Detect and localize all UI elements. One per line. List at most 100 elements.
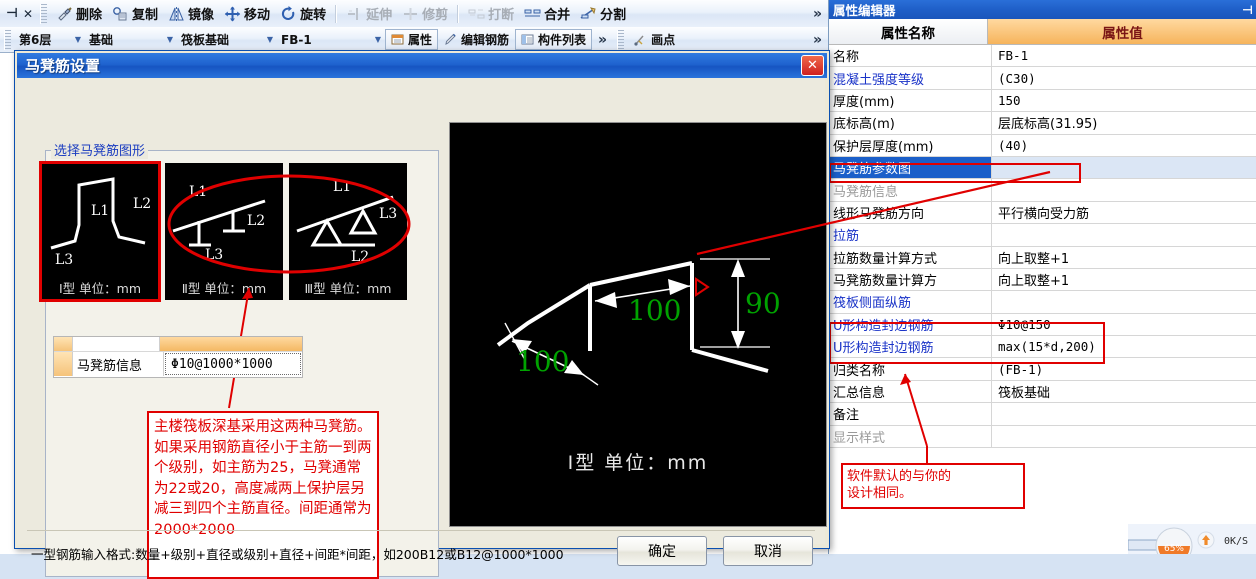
button-component-list-label: 构件列表	[538, 33, 587, 47]
toolbar-label: 移动	[244, 8, 271, 23]
toolbar-label: 复制	[132, 8, 159, 23]
toolbar-button-merge[interactable]: 合并	[519, 2, 575, 25]
property-row[interactable]: 筏板侧面纵筋	[829, 291, 1256, 314]
annotation-note-text: 主楼筏板深基采用这两种马凳筋。如果采用钢筋直径小于主筋一到两个级别，如主筋为25…	[154, 419, 372, 538]
property-editor-titlebar: 属性编辑器 ⊣	[829, 0, 1256, 19]
property-row-name: 拉筋数量计算方式	[829, 246, 992, 268]
svg-text:100: 100	[628, 294, 681, 327]
property-row[interactable]: 线形马凳筋方向 平行横向受力筋	[829, 201, 1256, 225]
property-row-name: 线形马凳筋方向	[829, 201, 992, 224]
row-selector[interactable]	[54, 352, 73, 376]
property-row-value[interactable]: FB-1	[992, 45, 1256, 66]
property-row-value[interactable]	[992, 224, 1256, 245]
toolbar-button-delete[interactable]: 删除	[51, 2, 107, 25]
download-widget[interactable]: 65% 0K/S	[1128, 524, 1256, 554]
toolbar-label: 延伸	[366, 8, 393, 23]
shape-thumbnail-III[interactable]: L1 L3 L2 Ⅲ型 单位：mm	[289, 163, 407, 300]
toolbar2-overflow-button-2[interactable]: »	[807, 32, 828, 48]
chevron-down-icon: ▼	[74, 35, 81, 44]
toolbar-button-move[interactable]: 移动	[219, 2, 275, 25]
svg-text:L1: L1	[333, 179, 351, 195]
toolbar-button-mirror[interactable]: 镜像	[163, 2, 219, 25]
property-row-value[interactable]: 向上取整+1	[992, 269, 1256, 290]
property-row[interactable]: 马凳筋数量计算方 向上取整+1	[829, 268, 1256, 292]
combo-component-type[interactable]: 筏板基础 ▼	[177, 31, 275, 48]
property-row-value[interactable]	[992, 291, 1256, 312]
extend-icon	[346, 6, 363, 22]
button-properties[interactable]: 属性	[385, 29, 439, 50]
combo-component[interactable]: FB-1 ▼	[277, 31, 383, 48]
stirrup-info-input[interactable]: Φ10@1000*1000	[165, 353, 301, 375]
toolbar-button-rotate[interactable]: 旋转	[275, 2, 331, 25]
property-row-name: 厚度(mm)	[829, 89, 992, 112]
download-percent-text: 65%	[1164, 544, 1184, 554]
ok-button[interactable]: 确定	[617, 536, 707, 566]
combo-component-value: FB-1	[281, 32, 312, 47]
property-row-value[interactable]: 筏板基础	[992, 381, 1256, 402]
property-row[interactable]: 混凝土强度等级 (C30)	[829, 67, 1256, 90]
column-header-name: 属性名称	[829, 19, 988, 44]
property-row-value[interactable]: 平行横向受力筋	[992, 202, 1256, 223]
combo-component-type-value: 筏板基础	[181, 33, 230, 47]
info-grid-label: 马凳筋信息	[73, 352, 164, 376]
toolbar-button-split[interactable]: 分割	[575, 2, 631, 25]
property-row-value[interactable]: 向上取整+1	[992, 247, 1256, 268]
cancel-button[interactable]: 取消	[723, 536, 813, 566]
button-draw-point-label: 画点	[651, 33, 676, 47]
property-row-value[interactable]: (40)	[992, 135, 1256, 156]
toolbar-grip[interactable]	[40, 3, 47, 24]
toolbar-overflow-button[interactable]: »	[807, 6, 828, 22]
toolbar-button-trim[interactable]: 修剪	[397, 2, 453, 25]
property-row-value[interactable]	[992, 403, 1256, 424]
combo-floor[interactable]: 第6层 ▼	[15, 31, 83, 48]
download-speed-text: 0K/S	[1224, 536, 1248, 547]
download-widget-graphic: 65% 0K/S	[1128, 524, 1256, 554]
info-grid-corner	[54, 337, 73, 351]
toolbar-grip-3[interactable]	[617, 29, 625, 50]
property-editor-title: 属性编辑器	[833, 3, 896, 18]
toolbar-button-extend[interactable]: 延伸	[341, 2, 397, 25]
pin-icon[interactable]: ⊣	[4, 5, 20, 23]
property-row-value[interactable]: 150	[992, 90, 1256, 111]
chevron-down-icon: ▼	[266, 35, 273, 44]
property-row[interactable]: 名称 FB-1	[829, 45, 1256, 68]
property-row-value[interactable]: (C30)	[992, 67, 1256, 88]
shape-thumbnail-I[interactable]: L3 L1 L2 Ⅰ型 单位：mm	[39, 161, 161, 302]
combo-floor-value: 第6层	[19, 33, 52, 47]
property-row[interactable]: 保护层厚度(mm) (40)	[829, 134, 1256, 157]
property-row[interactable]: 拉筋	[829, 224, 1256, 247]
combo-category[interactable]: 基础 ▼	[85, 31, 175, 48]
close-icon[interactable]: ✕	[801, 55, 824, 76]
move-icon	[224, 6, 241, 22]
toolbar-label: 分割	[600, 8, 627, 23]
property-row[interactable]: 拉筋数量计算方式 向上取整+1	[829, 246, 1256, 269]
property-row-name: 底标高(m)	[829, 112, 992, 134]
toolbar-grip-2[interactable]	[4, 29, 11, 50]
button-edit-rebar[interactable]: 编辑钢筋	[438, 29, 515, 50]
property-row-value[interactable]	[992, 426, 1256, 447]
property-table-body: 名称 FB-1 混凝土强度等级 (C30) 厚度(mm) 150 底标高(m) 层底标高(31…	[829, 45, 1256, 449]
dialog-titlebar[interactable]: 马凳筋设置 ✕	[17, 53, 827, 78]
property-row-value[interactable]: 层底标高(31.95)	[992, 112, 1256, 133]
close-icon[interactable]: ✕	[20, 5, 36, 23]
shape-thumbnail-II[interactable]: L1 L3 L2 Ⅱ型 单位：mm	[165, 163, 283, 300]
dialog-title: 马凳筋设置	[25, 57, 101, 75]
svg-text:L1: L1	[91, 203, 109, 219]
redbox-stirrup-param	[829, 163, 1081, 183]
pin-icon[interactable]: ⊣	[1242, 3, 1253, 17]
info-grid-row[interactable]: 马凳筋信息 Φ10@1000*1000	[54, 351, 302, 376]
property-row[interactable]: 备注	[829, 403, 1256, 426]
property-row[interactable]: 厚度(mm) 150	[829, 89, 1256, 113]
svg-text:L2: L2	[133, 196, 151, 212]
button-component-list[interactable]: 构件列表	[515, 29, 593, 50]
redbox-uform-rebar	[829, 322, 1105, 364]
toolbar-button-copy[interactable]: 复制	[107, 2, 163, 25]
property-editor-panel: 属性编辑器 ⊣ 属性名称 属性值 名称 FB-1 混凝土强度等级 (C30) 厚度(mm…	[828, 0, 1256, 554]
property-row[interactable]: 显示样式	[829, 425, 1256, 449]
property-row[interactable]: 汇总信息 筏板基础	[829, 380, 1256, 404]
toolbar-button-break[interactable]: 打断	[463, 2, 519, 25]
property-row[interactable]: 底标高(m) 层底标高(31.95)	[829, 112, 1256, 135]
button-draw-point[interactable]: 画点	[628, 28, 680, 51]
stirrup-info-grid: 马凳筋信息 Φ10@1000*1000	[53, 336, 303, 378]
toolbar2-overflow-button[interactable]: »	[592, 32, 613, 48]
